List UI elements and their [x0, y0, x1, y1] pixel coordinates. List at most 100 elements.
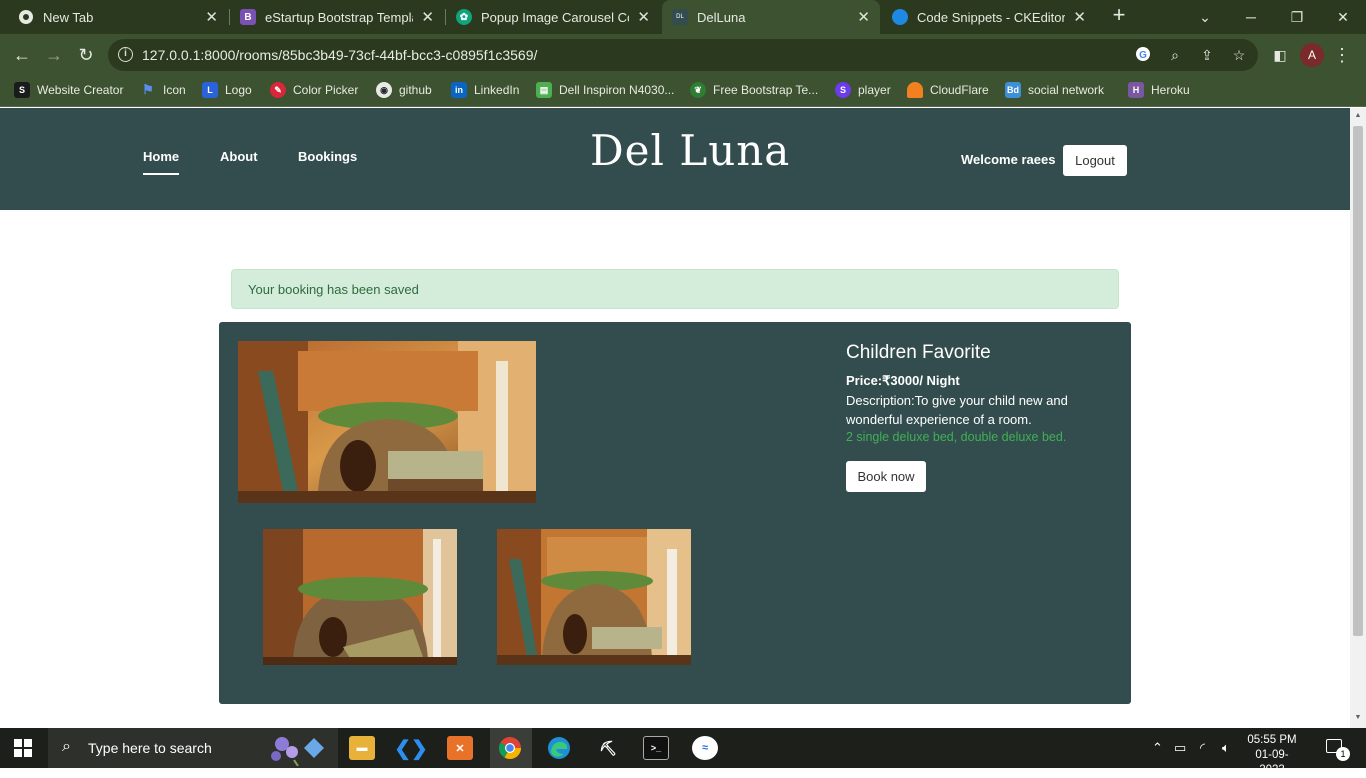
tab-search-icon[interactable]: ⌄: [1182, 0, 1228, 34]
tab-ckeditor[interactable]: Code Snippets - CKEditor 4 D ✕: [882, 0, 1096, 34]
notification-badge: 1: [1336, 747, 1350, 761]
tab-delluna[interactable]: DL DelLuna ✕: [662, 0, 880, 34]
scroll-up-icon[interactable]: ▲: [1354, 112, 1362, 119]
browser-toolbar: ← → ↻ i 127.0.0.1:8000/rooms/85bc3b49-73…: [0, 34, 1366, 76]
bookmark-icon[interactable]: ⚑ Icon: [140, 82, 186, 98]
welcome-text: Welcome raees: [961, 152, 1056, 167]
zoom-icon[interactable]: ⌕: [1166, 46, 1184, 64]
room-thumbnail[interactable]: [497, 529, 691, 665]
bookmark-social-network[interactable]: Bd social network: [1005, 82, 1104, 98]
profile-avatar[interactable]: A: [1300, 43, 1324, 67]
heroku-icon: H: [1128, 82, 1144, 98]
nav-about[interactable]: About: [220, 149, 258, 164]
close-icon[interactable]: ✕: [1073, 8, 1086, 26]
taskbar-search-box[interactable]: ⌕ Type here to search: [48, 728, 338, 768]
vscode-icon[interactable]: ❮❯: [394, 736, 428, 760]
close-icon[interactable]: ✕: [205, 8, 218, 26]
google-icon[interactable]: G: [1134, 46, 1152, 64]
linkedin-icon: in: [451, 82, 467, 98]
room-description: Description:To give your child new and w…: [846, 393, 1068, 427]
share-icon[interactable]: ⇪: [1198, 46, 1216, 64]
chrome-taskbar-icon[interactable]: [497, 736, 523, 760]
tab-title: DelLuna: [697, 9, 746, 25]
tab-title: New Tab: [43, 9, 94, 25]
url-text[interactable]: 127.0.0.1:8000/rooms/85bc3b49-73cf-44bf-…: [142, 47, 537, 63]
clock-date: 01-09-2023: [1255, 749, 1289, 776]
back-arrow-icon[interactable]: ←: [10, 43, 34, 67]
social-network-icon: Bd: [1005, 82, 1021, 98]
site-brand[interactable]: Del Luna: [590, 126, 790, 175]
address-bar[interactable]: i 127.0.0.1:8000/rooms/85bc3b49-73cf-44b…: [108, 39, 1258, 71]
bookmark-website-creator[interactable]: S Website Creator: [14, 82, 123, 98]
tab-popup-carousel[interactable]: ✿ Popup Image Carousel Code ✕: [446, 0, 660, 34]
close-icon[interactable]: ✕: [857, 8, 870, 26]
nav-bookings[interactable]: Bookings: [298, 149, 357, 164]
github-icon: ◉: [376, 82, 392, 98]
room-thumbnail[interactable]: [263, 529, 457, 665]
website-creator-icon: S: [14, 82, 30, 98]
bookmark-player[interactable]: Splayer: [835, 82, 891, 98]
bookmark-free-bootstrap[interactable]: ❦ Free Bootstrap Te...: [690, 82, 818, 98]
side-panel-icon[interactable]: ◧: [1268, 43, 1292, 67]
bookmark-color-picker[interactable]: ✎ Color Picker: [270, 82, 358, 98]
bookmark-logo[interactable]: L Logo: [202, 82, 252, 98]
wifi-icon[interactable]: ◜: [1200, 740, 1205, 756]
new-tab-button[interactable]: +: [1107, 4, 1131, 28]
edge-icon[interactable]: [546, 736, 572, 760]
dev-tool-icon[interactable]: ⛏: [595, 736, 621, 760]
tab-title: Code Snippets - CKEditor 4 D: [917, 9, 1066, 25]
network-app-icon[interactable]: ≈: [692, 736, 718, 760]
battery-icon[interactable]: ▭: [1174, 740, 1186, 756]
dell-icon: ▤: [536, 82, 552, 98]
scroll-down-icon[interactable]: ▼: [1354, 714, 1362, 721]
close-icon[interactable]: ✕: [637, 8, 650, 26]
chatgpt-icon: ✿: [456, 9, 472, 25]
tab-estartup[interactable]: B eStartup Bootstrap Template ✕: [230, 0, 444, 34]
page-scrollbar[interactable]: ▲ ▼: [1350, 108, 1366, 728]
minimize-button[interactable]: ─: [1228, 0, 1274, 34]
color-picker-icon: ✎: [270, 82, 286, 98]
windows-start-icon[interactable]: [14, 739, 32, 757]
search-placeholder: Type here to search: [88, 740, 212, 756]
close-icon[interactable]: ✕: [421, 8, 434, 26]
success-alert: Your booking has been saved: [231, 269, 1119, 309]
restore-button[interactable]: ❐: [1274, 0, 1320, 34]
tray-overflow-icon[interactable]: ⌃: [1152, 740, 1163, 756]
bookmark-dell[interactable]: ▤ Dell Inspiron N4030...: [536, 82, 674, 98]
room-title: Children Favorite: [846, 342, 991, 363]
logo-icon: L: [202, 82, 218, 98]
menu-kebab-icon[interactable]: ⋮: [1330, 43, 1354, 67]
player-icon: S: [835, 82, 851, 98]
bookmark-linkedin[interactable]: in LinkedIn: [451, 82, 519, 98]
logout-button[interactable]: Logout: [1063, 145, 1127, 176]
scroll-thumb[interactable]: [1353, 126, 1363, 636]
alert-message: Your booking has been saved: [248, 282, 419, 297]
site-info-icon[interactable]: i: [118, 47, 133, 62]
bookmark-github[interactable]: ◉ github: [376, 82, 432, 98]
bookmark-cloudflare[interactable]: CloudFlare: [907, 82, 989, 98]
room-main-photo[interactable]: [238, 341, 536, 503]
web-page: Home About Bookings Del Luna Welcome rae…: [0, 108, 1350, 728]
browser-tab-strip: New Tab ✕ B eStartup Bootstrap Template …: [0, 0, 1366, 34]
flag-icon: ⚑: [142, 82, 154, 97]
tab-new-tab[interactable]: New Tab ✕: [8, 0, 228, 34]
close-window-button[interactable]: ✕: [1320, 0, 1366, 34]
cloudflare-icon: [907, 82, 923, 98]
file-explorer-icon[interactable]: ▬: [349, 736, 375, 760]
terminal-icon[interactable]: >_: [643, 736, 669, 760]
nav-home[interactable]: Home: [143, 149, 180, 175]
site-header: Home About Bookings Del Luna Welcome rae…: [0, 108, 1350, 210]
search-icon: ⌕: [62, 738, 71, 755]
room-card: Children Favorite Price:₹3000/ Night Des…: [219, 322, 1131, 704]
forward-arrow-icon[interactable]: →: [42, 43, 66, 67]
xampp-icon[interactable]: ✕: [447, 736, 473, 760]
taskbar-clock[interactable]: 05:55 PM 01-09-2023: [1244, 733, 1300, 778]
bookmark-star-icon[interactable]: ☆: [1230, 46, 1248, 64]
room-price: Price:₹3000/ Night: [846, 373, 960, 388]
volume-icon[interactable]: 🔈︎: [1222, 740, 1230, 756]
reload-icon[interactable]: ↻: [74, 43, 98, 67]
clock-time: 05:55 PM: [1247, 734, 1297, 746]
bookmark-heroku[interactable]: H Heroku: [1128, 82, 1190, 98]
svg-text:G: G: [1139, 50, 1147, 61]
book-now-button[interactable]: Book now: [846, 461, 926, 492]
